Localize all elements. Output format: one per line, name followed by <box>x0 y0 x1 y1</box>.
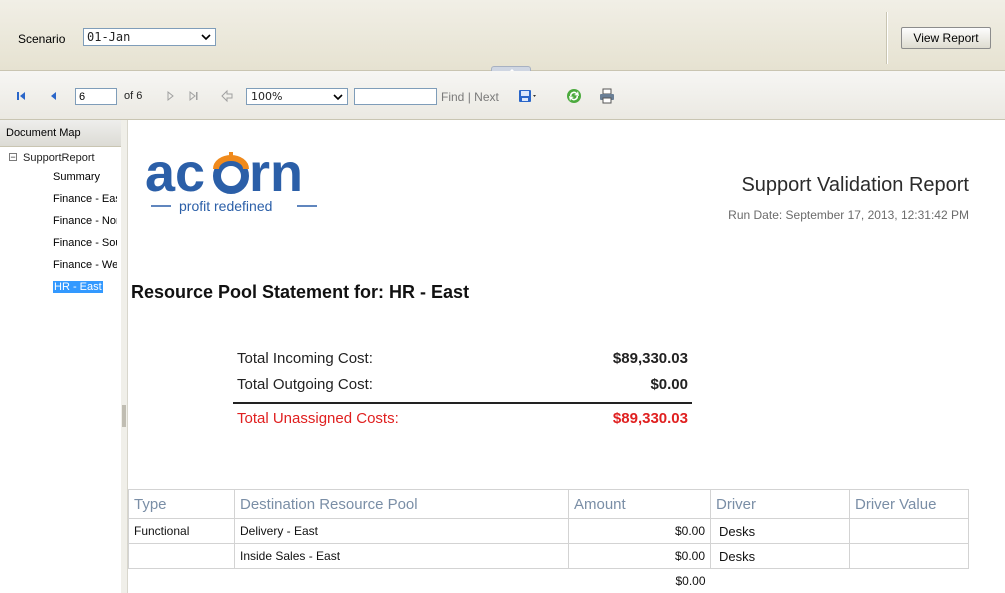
find-input[interactable] <box>354 88 437 105</box>
run-date: Run Date: September 17, 2013, 12:31:42 P… <box>728 208 969 222</box>
column-header-amount: Amount <box>568 489 711 519</box>
first-page-icon[interactable] <box>12 87 30 105</box>
scenario-select[interactable]: 01-Jan <box>83 28 216 46</box>
tree-item-finance-south[interactable]: Finance - South <box>53 237 117 249</box>
chevron-down-icon <box>201 34 211 41</box>
cost-value: $89,330.03 <box>612 410 688 427</box>
report-toolbar: of 6 100% Find | Next <box>0 71 1005 120</box>
previous-page-icon[interactable] <box>45 87 63 105</box>
tree-root-supportreport[interactable]: − SupportReport <box>9 152 95 164</box>
statement-heading: Resource Pool Statement for: HR - East <box>131 282 470 302</box>
document-map: Document Map − SupportReport Summary Fina… <box>0 120 122 593</box>
report-viewer: Scenario 01-Jan View Report of 6 100% Fi… <box>0 0 1005 593</box>
cell-amount: $0.00 <box>568 543 711 569</box>
tree-item-finance-east[interactable]: Finance - East <box>53 193 117 205</box>
total-spacer <box>129 569 235 593</box>
export-icon[interactable] <box>517 87 539 105</box>
table-row: Functional Delivery - East $0.00 Desks <box>128 518 969 544</box>
tree-item-hr-east[interactable]: HR - East <box>53 281 103 293</box>
tree-item-finance-north[interactable]: Finance - North <box>53 215 117 227</box>
total-divider <box>233 402 692 404</box>
table-header-row: Type Destination Resource Pool Amount Dr… <box>128 489 969 519</box>
column-header-driver-value: Driver Value <box>849 489 969 519</box>
splitter[interactable] <box>121 120 128 593</box>
cell-driver: Desks <box>710 518 850 544</box>
cell-pool: Delivery - East <box>234 518 569 544</box>
column-header-type: Type <box>128 489 235 519</box>
cost-value: $0.00 <box>650 376 688 393</box>
print-icon[interactable] <box>598 87 616 105</box>
table-row: Inside Sales - East $0.00 Desks <box>128 543 969 569</box>
cost-label: Total Unassigned Costs: <box>237 410 399 427</box>
total-amount: $0.00 <box>675 574 706 588</box>
allocation-table: Type Destination Resource Pool Amount Dr… <box>128 489 969 593</box>
zoom-select[interactable]: 100% <box>246 88 348 105</box>
cell-driver-value <box>849 518 969 544</box>
page-count: of 6 <box>124 90 143 102</box>
tree-root-label: SupportReport <box>23 152 95 164</box>
collapse-icon[interactable]: − <box>9 153 17 162</box>
cost-label: Total Incoming Cost: <box>237 350 373 367</box>
cost-label: Total Outgoing Cost: <box>237 376 373 393</box>
cost-row-outgoing: Total Outgoing Cost: $0.00 <box>236 372 692 396</box>
parameter-bar: Scenario 01-Jan View Report <box>0 0 1005 75</box>
cell-type <box>128 543 235 569</box>
next-page-icon[interactable] <box>161 87 179 105</box>
cell-pool: Inside Sales - East <box>234 543 569 569</box>
refresh-icon[interactable] <box>565 87 583 105</box>
find-link[interactable]: Find <box>441 90 464 104</box>
tree-item-finance-west[interactable]: Finance - West <box>53 259 117 271</box>
chevron-down-icon <box>333 94 343 101</box>
last-page-icon[interactable] <box>185 87 203 105</box>
total-spacer <box>711 569 850 593</box>
splitter-handle[interactable] <box>122 405 126 427</box>
column-header-pool: Destination Resource Pool <box>234 489 569 519</box>
tree-item-summary[interactable]: Summary <box>53 171 117 183</box>
cell-type: Functional <box>128 518 235 544</box>
cell-driver-value <box>849 543 969 569</box>
total-spacer <box>235 569 569 593</box>
cell-amount: $0.00 <box>568 518 711 544</box>
acorn-logo: ac rn acorn profit redefined <box>145 142 335 214</box>
scenario-value: 01-Jan <box>87 30 131 44</box>
scenario-label: Scenario <box>18 32 66 46</box>
document-map-header: Document Map <box>0 120 121 147</box>
cost-row-unassigned: Total Unassigned Costs: $89,330.03 <box>236 406 692 430</box>
find-controls: Find | Next <box>441 90 499 104</box>
report-page: ac rn acorn profit redefined Support Val… <box>128 120 1005 593</box>
cost-value: $89,330.03 <box>612 350 688 367</box>
total-spacer <box>850 569 969 593</box>
table-total-row: $0.00 <box>129 569 969 593</box>
cost-row-incoming: Total Incoming Cost: $89,330.03 <box>236 346 692 370</box>
view-report-button[interactable]: View Report <box>901 27 991 49</box>
next-link[interactable]: Next <box>474 90 499 104</box>
find-separator: | <box>467 90 471 104</box>
svg-text:ac: ac <box>145 143 205 203</box>
divider <box>886 12 888 64</box>
page-number-input[interactable] <box>75 88 117 105</box>
logo-tagline: profit redefined <box>179 198 273 214</box>
back-icon[interactable] <box>218 87 236 105</box>
svg-text:rn: rn <box>249 143 303 203</box>
report-title: Support Validation Report <box>741 174 969 196</box>
cell-driver: Desks <box>710 543 850 569</box>
zoom-value: 100% <box>251 90 283 103</box>
column-header-driver: Driver <box>710 489 850 519</box>
